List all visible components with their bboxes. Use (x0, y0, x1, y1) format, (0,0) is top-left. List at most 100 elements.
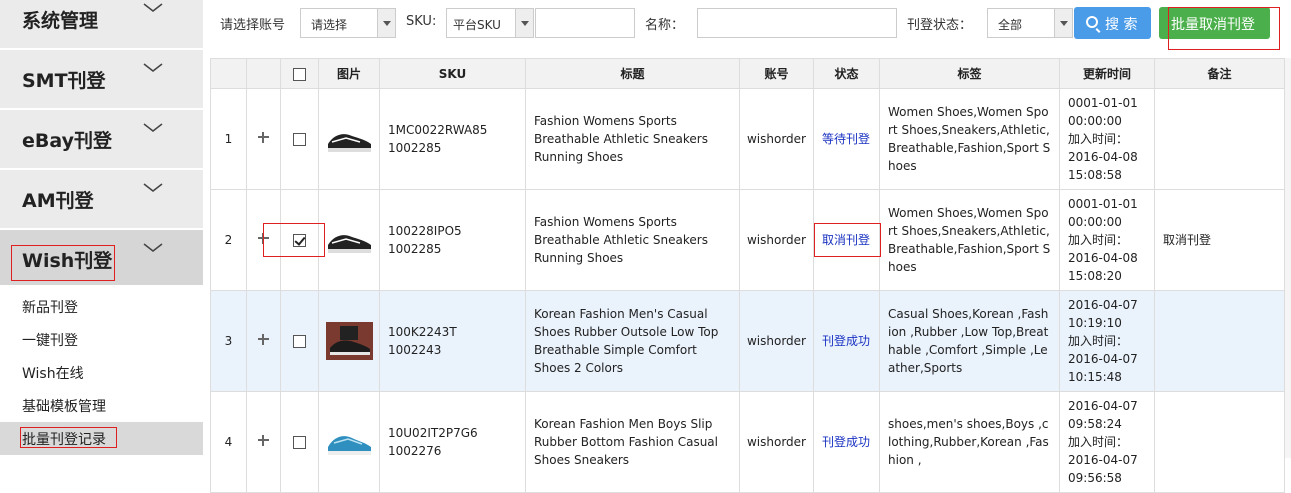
added-label: 加入时间： (1068, 233, 1129, 247)
sub-item-label: 批量刊登记录 (22, 432, 106, 448)
select-cell[interactable] (280, 88, 319, 190)
header-sku: SKU (379, 58, 526, 89)
sku-parent: 1002285 (388, 141, 442, 155)
updated-time: 0001-01-01 00:00:00 (1068, 96, 1138, 128)
expand-cell[interactable] (246, 189, 281, 291)
status-link[interactable]: 刊登成功 (813, 290, 880, 392)
account-label: 请选择账号 (220, 18, 286, 33)
updated-time: 0001-01-01 00:00:00 (1068, 197, 1138, 229)
row-checkbox[interactable] (293, 234, 306, 247)
search-button[interactable]: 搜 索 (1074, 7, 1151, 39)
row-index: 2 (210, 189, 247, 291)
row-checkbox[interactable] (293, 133, 306, 146)
filter-toolbar: 请选择账号 请选择 SKU: 平台SKU 名称： 刊登状态： 全部 搜 索 批量… (210, 0, 1291, 58)
chevron-down-icon (143, 3, 163, 12)
tags-cell: Women Shoes,Women Sport Shoes,Sneakers,A… (879, 189, 1060, 291)
header-note: 备注 (1154, 58, 1285, 89)
name-label: 名称： (645, 18, 685, 33)
account-cell: wishorder (739, 189, 814, 291)
sku-parent: 1002276 (388, 444, 442, 458)
product-image (325, 423, 373, 461)
select-cell[interactable] (280, 189, 319, 291)
menu-section-wish[interactable]: Wish刊登 (0, 230, 203, 286)
account-cell: wishorder (739, 88, 814, 190)
select-cell[interactable] (280, 290, 319, 392)
sub-item-wish-online[interactable]: Wish在线 (0, 356, 203, 389)
expand-cell[interactable] (246, 391, 281, 493)
chevron-down-icon (515, 9, 533, 37)
expand-cell[interactable] (246, 290, 281, 392)
product-image (325, 120, 373, 158)
updated-time: 2016-04-07 10:19:10 (1068, 298, 1138, 330)
sku-cell: 100228IPO5 1002285 (379, 189, 526, 291)
product-image (325, 322, 373, 360)
status-select-value: 全部 (998, 18, 1023, 32)
sub-item-one-click[interactable]: 一键刊登 (0, 323, 203, 356)
select-all-checkbox[interactable] (293, 67, 306, 81)
table-row[interactable]: 1 1MC0022RWA85 1002285 Fashion Womens Spo… (210, 88, 1285, 190)
expand-plus-icon[interactable] (258, 233, 269, 244)
search-button-label: 搜 索 (1105, 17, 1138, 33)
sku-input[interactable] (535, 8, 635, 38)
menu-section-label: SMT刊登 (22, 70, 106, 92)
sku-code: 10U02IT2P7G6 (388, 426, 478, 440)
table-row[interactable]: 2 100228IPO5 1002285 Fashion Womens Sport… (210, 189, 1285, 291)
header-select-all[interactable] (280, 58, 319, 89)
row-checkbox[interactable] (293, 335, 306, 348)
table-row[interactable]: 4 10U02IT2P7G6 1002276 Korean Fashion Men… (210, 391, 1285, 493)
row-index: 3 (210, 290, 247, 392)
chevron-down-icon (143, 123, 163, 132)
menu-section-ebay[interactable]: eBay刊登 (0, 110, 203, 169)
select-cell[interactable] (280, 391, 319, 493)
product-image (325, 221, 373, 259)
sku-parent: 1002285 (388, 242, 442, 256)
records-table: 图片 SKU 标题 账号 状态 标签 更新时间 备注 1 1MC0022RWA8… (210, 58, 1288, 493)
sku-type-value: 平台SKU (453, 18, 501, 32)
row-checkbox[interactable] (293, 436, 306, 449)
batch-cancel-button[interactable]: 批量取消刊登 (1159, 7, 1270, 39)
status-link[interactable]: 取消刊登 (813, 189, 880, 291)
title-cell: Korean Fashion Men Boys Slip Rubber Bott… (525, 391, 740, 493)
sku-cell: 10U02IT2P7G6 1002276 (379, 391, 526, 493)
sub-item-templates[interactable]: 基础模板管理 (0, 389, 203, 422)
sub-item-new-listing[interactable]: 新品刊登 (0, 290, 203, 323)
image-cell (318, 189, 380, 291)
expand-plus-icon[interactable] (258, 435, 269, 446)
status-link[interactable]: 刊登成功 (813, 391, 880, 493)
scrollbar[interactable] (1284, 58, 1291, 458)
sku-cell: 1MC0022RWA85 1002285 (379, 88, 526, 190)
expand-plus-icon[interactable] (258, 132, 269, 143)
name-input[interactable] (697, 8, 897, 38)
status-select[interactable]: 全部 (987, 8, 1073, 38)
account-select-value: 请选择 (311, 18, 348, 32)
chevron-down-icon (143, 243, 163, 252)
sku-label: SKU: (406, 14, 437, 29)
menu-section-label: Wish刊登 (22, 250, 113, 272)
title-cell: Korean Fashion Men's Casual Shoes Rubber… (525, 290, 740, 392)
search-icon (1086, 16, 1098, 28)
updated-time: 2016-04-07 09:58:24 (1068, 399, 1138, 431)
expand-plus-icon[interactable] (258, 334, 269, 345)
chevron-down-icon (377, 9, 395, 37)
sku-type-select[interactable]: 平台SKU (446, 8, 534, 38)
header-title: 标题 (525, 58, 740, 89)
menu-section-am[interactable]: AM刊登 (0, 170, 203, 229)
menu-section-system[interactable]: 系统管理 (0, 0, 203, 49)
added-label: 加入时间： (1068, 435, 1129, 449)
chevron-down-icon (143, 63, 163, 72)
note-cell: 取消刊登 (1154, 189, 1285, 291)
added-time: 2016-04-07 09:56:58 (1068, 453, 1138, 485)
added-label: 加入时间： (1068, 132, 1129, 146)
account-cell: wishorder (739, 290, 814, 392)
account-select[interactable]: 请选择 (300, 8, 396, 38)
status-link[interactable]: 等待刊登 (813, 88, 880, 190)
batch-cancel-label: 批量取消刊登 (1171, 17, 1255, 33)
menu-section-smt[interactable]: SMT刊登 (0, 50, 203, 109)
sku-code: 100228IPO5 (388, 224, 462, 238)
sub-item-label: 新品刊登 (22, 300, 78, 316)
expand-cell[interactable] (246, 88, 281, 190)
status-label: 刊登状态： (907, 18, 973, 33)
tags-cell: shoes,men's shoes,Boys ,clothing,Rubber,… (879, 391, 1060, 493)
table-row[interactable]: 3 100K2243T 1002243 Korean Fashion Men's … (210, 290, 1285, 392)
sub-item-batch-records[interactable]: 批量刊登记录 (0, 422, 203, 455)
